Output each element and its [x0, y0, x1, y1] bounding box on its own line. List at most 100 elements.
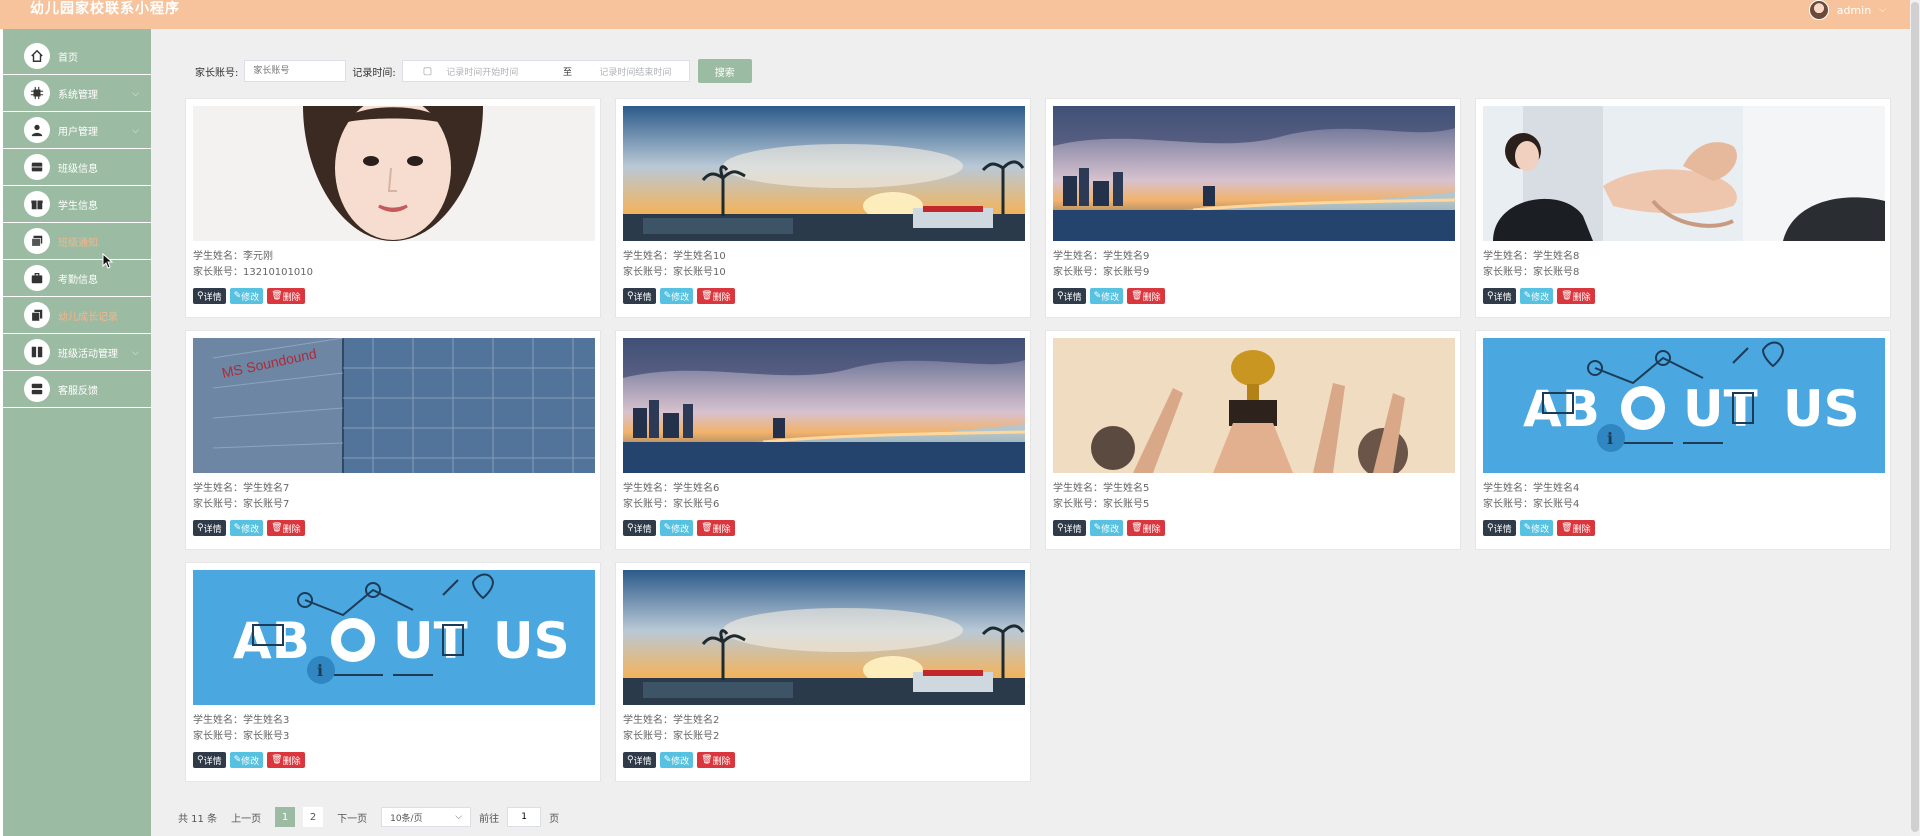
edit-label: 修改	[671, 756, 690, 767]
student-name: 学生姓名：学生姓名7	[193, 483, 290, 494]
page-size-select[interactable]: 10条/页 ⌵	[381, 807, 472, 827]
detail-button[interactable]: ⚲ 详情	[1053, 288, 1086, 304]
prev-page-button[interactable]: 上一页	[225, 807, 267, 827]
detail-label: 详情	[1493, 524, 1512, 535]
delete-button[interactable]: 🗑 删除	[1127, 288, 1165, 304]
next-page-button[interactable]: 下一页	[331, 807, 373, 827]
page-1-button[interactable]: 1	[275, 807, 296, 827]
record-image[interactable]: MS Soundound	[193, 338, 595, 473]
delete-button[interactable]: 🗑 删除	[267, 520, 305, 536]
record-image[interactable]	[623, 338, 1025, 473]
record-card[interactable]: 学生姓名：学生姓名10 家长账号：家长账号10 ⚲ 详情 ✎ 修改 🗑 删除	[615, 98, 1031, 318]
student-name: 学生姓名：学生姓名4	[1483, 483, 1580, 494]
record-card[interactable]: 学生姓名：学生姓名5 家长账号：家长账号5 ⚲ 详情 ✎ 修改 🗑 删除	[1045, 330, 1461, 550]
vertical-scrollbar[interactable]	[1910, 0, 1920, 836]
detail-button[interactable]: ⚲ 详情	[193, 288, 226, 304]
user-name[interactable]: admin	[1837, 4, 1871, 17]
end-time-input[interactable]: 记录时间结束时间	[582, 65, 689, 78]
record-image[interactable]	[1053, 106, 1455, 241]
card-actions: ⚲ 详情 ✎ 修改 🗑 删除	[193, 288, 305, 304]
edit-button[interactable]: ✎ 修改	[229, 752, 264, 768]
record-card[interactable]: 学生姓名：学生姓名6 家长账号：家长账号6 ⚲ 详情 ✎ 修改 🗑 删除	[615, 330, 1031, 550]
record-card[interactable]: 学生姓名：学生姓名9 家长账号：家长账号9 ⚲ 详情 ✎ 修改 🗑 删除	[1045, 98, 1461, 318]
parent-account: 家长账号：家长账号5	[1053, 499, 1150, 510]
detail-button[interactable]: ⚲ 详情	[623, 520, 656, 536]
date-range-picker[interactable]: ▢ 记录时间开始时间 至 记录时间结束时间	[401, 60, 690, 82]
parent-account: 家长账号：家长账号9	[1053, 267, 1150, 278]
chip-icon	[24, 80, 50, 106]
record-card[interactable]: MS Soundound 学生姓名：学生姓名7 家长账号：家长账号7 ⚲ 详情 ✎ 修改 🗑 删…	[185, 330, 601, 550]
sidebar-item-7[interactable]: 考勤信息	[3, 260, 151, 297]
record-image[interactable]	[1053, 338, 1455, 473]
record-image[interactable]	[193, 106, 595, 241]
delete-button[interactable]: 🗑 删除	[697, 288, 735, 304]
sidebar-item-1[interactable]: 首页	[3, 38, 151, 75]
start-time-input[interactable]: 记录时间开始时间	[446, 65, 553, 78]
delete-button[interactable]: 🗑 删除	[267, 288, 305, 304]
delete-button[interactable]: 🗑 删除	[697, 752, 735, 768]
search-button[interactable]: 搜索	[697, 59, 752, 83]
record-image[interactable]	[1483, 106, 1885, 241]
detail-button[interactable]: ⚲ 详情	[1483, 288, 1516, 304]
sidebar-item-9[interactable]: 班级活动管理 ⌵	[3, 334, 151, 371]
edit-button[interactable]: ✎ 修改	[229, 288, 264, 304]
trash-icon: 🗑	[271, 755, 283, 765]
sidebar-item-4[interactable]: 班级信息	[3, 149, 151, 186]
record-image[interactable]: AB UT US i	[193, 570, 595, 705]
edit-button[interactable]: ✎ 修改	[1519, 288, 1554, 304]
trash-icon: 🗑	[1131, 291, 1143, 301]
sidebar-item-6[interactable]: 班级通知	[3, 223, 151, 260]
detail-button[interactable]: ⚲ 详情	[193, 520, 226, 536]
student-name: 学生姓名：学生姓名6	[623, 483, 720, 494]
sidebar-item-2[interactable]: 系统管理 ⌵	[3, 75, 151, 112]
edit-button[interactable]: ✎ 修改	[1089, 288, 1124, 304]
edit-button[interactable]: ✎ 修改	[659, 520, 694, 536]
parent-account-input[interactable]	[244, 60, 347, 82]
sidebar-item-8[interactable]: 幼儿成长记录	[3, 297, 151, 334]
page-2-button[interactable]: 2	[303, 807, 324, 827]
edit-button[interactable]: ✎ 修改	[1519, 520, 1554, 536]
edit-button[interactable]: ✎ 修改	[659, 752, 694, 768]
user-menu[interactable]: admin ⌵	[1808, 0, 1886, 20]
detail-button[interactable]: ⚲ 详情	[1053, 520, 1086, 536]
delete-button[interactable]: 🗑 删除	[697, 520, 735, 536]
avatar[interactable]	[1808, 0, 1829, 20]
goto-page-input[interactable]	[507, 807, 542, 827]
sidebar-item-label: 客服反馈	[58, 385, 98, 397]
record-image[interactable]: AB UT US i	[1483, 338, 1885, 473]
edit-button[interactable]: ✎ 修改	[229, 520, 264, 536]
record-card[interactable]: 学生姓名：学生姓名2 家长账号：家长账号2 ⚲ 详情 ✎ 修改 🗑 删除	[615, 562, 1031, 782]
delete-button[interactable]: 🗑 删除	[1557, 288, 1595, 304]
record-card[interactable]: AB UT US i 学生姓名：学生姓名4 家长账号：家长账号4 ⚲ 详情 ✎ 修改 🗑 删除	[1475, 330, 1891, 550]
record-time-label: 记录时间:	[352, 67, 396, 79]
detail-button[interactable]: ⚲ 详情	[1483, 520, 1516, 536]
detail-button[interactable]: ⚲ 详情	[623, 752, 656, 768]
sidebar-item-10[interactable]: 客服反馈	[3, 371, 151, 408]
detail-label: 详情	[1493, 292, 1512, 303]
record-image[interactable]	[623, 106, 1025, 241]
delete-button[interactable]: 🗑 删除	[1127, 520, 1165, 536]
detail-button[interactable]: ⚲ 详情	[623, 288, 656, 304]
detail-label: 详情	[203, 292, 222, 303]
delete-label: 删除	[282, 292, 301, 303]
record-card[interactable]: 学生姓名：学生姓名8 家长账号：家长账号8 ⚲ 详情 ✎ 修改 🗑 删除	[1475, 98, 1891, 318]
chevron-down-icon[interactable]: ⌵	[1879, 5, 1886, 15]
record-card[interactable]: AB UT US i 学生姓名：学生姓名3 家长账号：家长账号3 ⚲ 详情 ✎ 修改 🗑 删除	[185, 562, 601, 782]
sidebar-item-label: 班级通知	[58, 237, 98, 249]
svg-text:AB: AB	[1523, 380, 1600, 438]
record-image[interactable]	[623, 570, 1025, 705]
ticket-icon	[24, 154, 50, 180]
edit-button[interactable]: ✎ 修改	[659, 288, 694, 304]
sidebar-item-3[interactable]: 用户管理 ⌵	[3, 112, 151, 149]
student-name: 学生姓名：学生姓名5	[1053, 483, 1150, 494]
scrollbar-thumb[interactable]	[1911, 2, 1919, 832]
sidebar-item-5[interactable]: 学生信息	[3, 186, 151, 223]
delete-button[interactable]: 🗑 删除	[1557, 520, 1595, 536]
delete-label: 删除	[712, 292, 731, 303]
record-card[interactable]: 学生姓名：李元刚 家长账号：13210101010 ⚲ 详情 ✎ 修改 🗑 删除	[185, 98, 601, 318]
edit-label: 修改	[241, 524, 260, 535]
edit-button[interactable]: ✎ 修改	[1089, 520, 1124, 536]
detail-label: 详情	[1063, 292, 1082, 303]
detail-button[interactable]: ⚲ 详情	[193, 752, 226, 768]
delete-button[interactable]: 🗑 删除	[267, 752, 305, 768]
